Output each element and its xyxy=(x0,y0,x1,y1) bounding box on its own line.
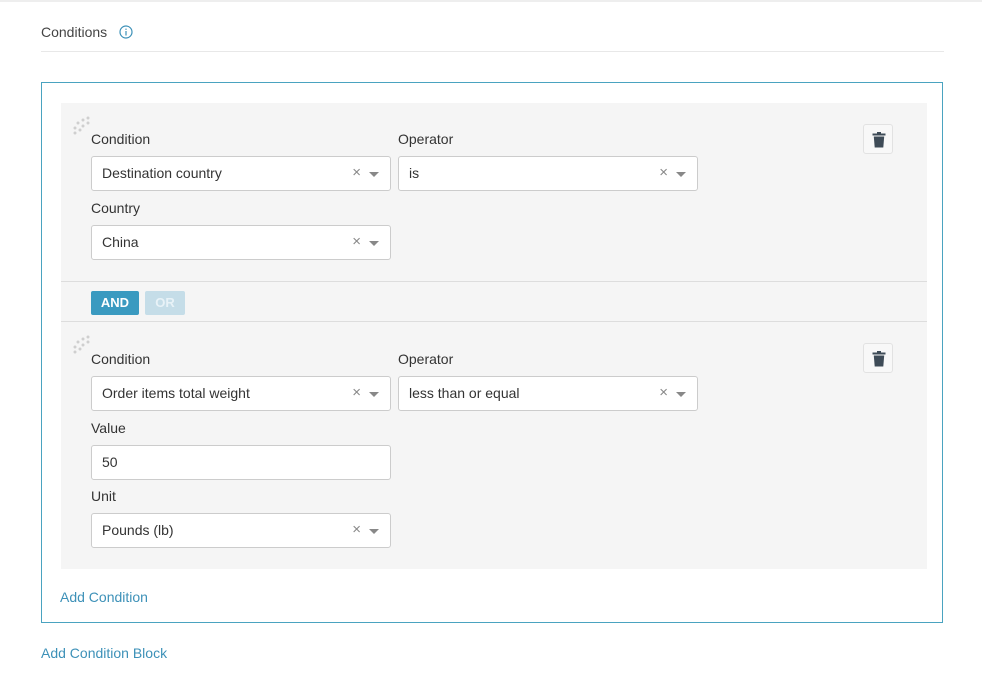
value-input[interactable]: 50 xyxy=(91,445,391,480)
condition-select[interactable]: Order items total weight × xyxy=(91,376,391,411)
operator-select[interactable]: is × xyxy=(398,156,698,191)
trash-icon xyxy=(872,132,886,148)
chevron-down-icon[interactable] xyxy=(676,172,686,177)
header-divider xyxy=(41,51,944,52)
country-select[interactable]: China × xyxy=(91,225,391,260)
top-divider xyxy=(0,0,982,2)
condition-block-container: Condition Destination country × Operator… xyxy=(41,82,943,623)
clear-icon[interactable]: × xyxy=(659,164,668,182)
condition-select[interactable]: Destination country × xyxy=(91,156,391,191)
section-title: Conditions xyxy=(41,24,108,40)
condition-row: Condition Destination country × Operator… xyxy=(61,103,927,281)
condition-label: Condition xyxy=(91,131,151,147)
trash-icon xyxy=(872,351,886,367)
add-condition-link[interactable]: Add Condition xyxy=(60,589,148,605)
info-circle-icon[interactable] xyxy=(119,25,133,39)
unit-select[interactable]: Pounds (lb) × xyxy=(91,513,391,548)
clear-icon[interactable]: × xyxy=(659,384,668,402)
chevron-down-icon[interactable] xyxy=(369,172,379,177)
drag-handle-icon[interactable] xyxy=(71,115,93,137)
country-label: Country xyxy=(91,200,141,216)
condition-label: Condition xyxy=(91,351,151,367)
chevron-down-icon[interactable] xyxy=(369,392,379,397)
logic-toggle-row: AND OR xyxy=(61,281,927,322)
condition-select-value: Destination country xyxy=(102,165,222,181)
clear-icon[interactable]: × xyxy=(352,384,361,402)
operator-select-value: less than or equal xyxy=(409,385,520,401)
operator-select-value: is xyxy=(409,165,420,181)
unit-select-value: Pounds (lb) xyxy=(102,522,174,538)
condition-group: Condition Destination country × Operator… xyxy=(61,103,927,569)
conditions-header: Conditions xyxy=(41,22,133,42)
value-input-text: 50 xyxy=(102,454,118,470)
clear-icon[interactable]: × xyxy=(352,521,361,539)
and-button[interactable]: AND xyxy=(91,291,139,315)
value-label: Value xyxy=(91,420,126,436)
operator-label: Operator xyxy=(398,351,454,367)
chevron-down-icon[interactable] xyxy=(676,392,686,397)
condition-row: Condition Order items total weight × Ope… xyxy=(61,322,927,569)
delete-condition-button[interactable] xyxy=(863,124,893,154)
add-condition-block-link[interactable]: Add Condition Block xyxy=(41,645,167,661)
delete-condition-button[interactable] xyxy=(863,343,893,373)
country-select-value: China xyxy=(102,234,139,250)
or-button[interactable]: OR xyxy=(145,291,185,315)
condition-select-value: Order items total weight xyxy=(102,385,250,401)
clear-icon[interactable]: × xyxy=(352,164,361,182)
drag-handle-icon[interactable] xyxy=(71,334,93,356)
chevron-down-icon[interactable] xyxy=(369,241,379,246)
clear-icon[interactable]: × xyxy=(352,233,361,251)
unit-label: Unit xyxy=(91,488,116,504)
operator-select[interactable]: less than or equal × xyxy=(398,376,698,411)
chevron-down-icon[interactable] xyxy=(369,529,379,534)
operator-label: Operator xyxy=(398,131,454,147)
